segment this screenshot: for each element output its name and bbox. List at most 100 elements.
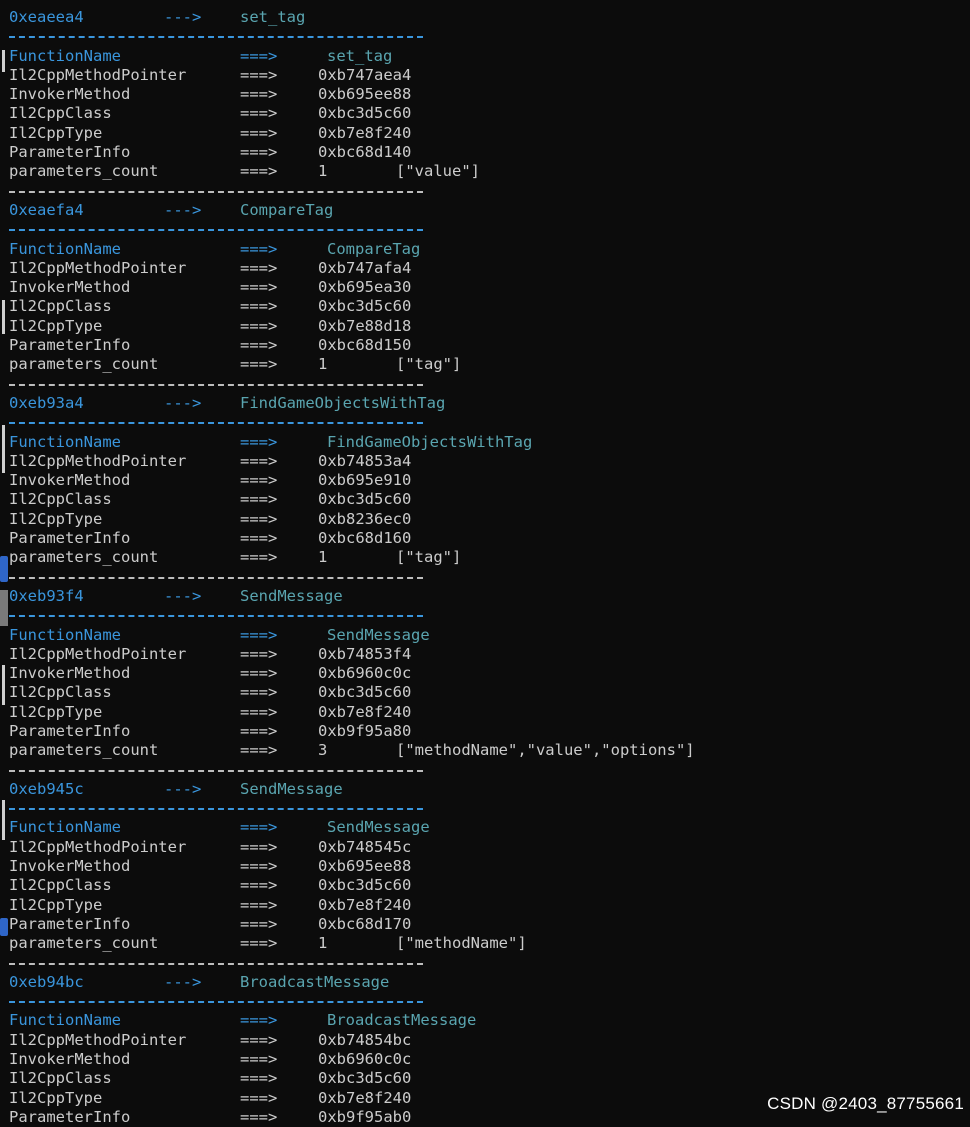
method-address: 0xeb94bc <box>9 972 84 991</box>
field-value: 0xbc3d5c60 <box>318 1069 412 1088</box>
method-name: FindGameObjectsWithTag <box>240 393 446 412</box>
field-row: FunctionName ===> SendMessage <box>9 626 959 645</box>
field-value: 0xb695e910 <box>318 471 412 490</box>
field-label: FunctionName <box>9 432 121 451</box>
field-row: InvokerMethod ===> 0xb695ea30 <box>9 278 959 297</box>
field-value: FindGameObjectsWithTag <box>327 432 533 451</box>
field-arrow: ===> <box>240 1030 278 1049</box>
field-arrow: ===> <box>240 451 278 470</box>
field-value: 0xb74853f4 <box>318 644 412 663</box>
field-value: 0xbc68d160 <box>318 529 412 548</box>
field-label: Il2CppType <box>9 702 103 721</box>
field-label: parameters_count <box>9 162 159 181</box>
field-value: 0xb695ee88 <box>318 857 412 876</box>
background-window-edge <box>0 0 9 1122</box>
edge-mark <box>2 665 5 705</box>
field-value: 0xb6960c0c <box>318 1050 412 1069</box>
field-row: Il2CppMethodPointer ===> 0xb74853f4 <box>9 645 959 664</box>
field-label: FunctionName <box>9 818 121 837</box>
field-label: parameters_count <box>9 355 159 374</box>
field-arrow: ===> <box>240 162 278 181</box>
field-arrow: ===> <box>240 721 278 740</box>
field-arrow: ===> <box>240 46 278 65</box>
console-output: 0xeaeea4 ---> set_tag FunctionName ===> set_t… <box>9 8 959 1127</box>
field-label: ParameterInfo <box>9 529 131 548</box>
field-row: parameters_count ===> 1 ["tag"] <box>9 548 959 567</box>
field-value: 0xb7e8f240 <box>318 895 412 914</box>
field-row: parameters_count ===> 3 ["methodName","valu… <box>9 741 959 760</box>
param-names: ["value"] <box>396 162 480 181</box>
edge-blue-block <box>0 556 8 582</box>
field-arrow: ===> <box>240 143 278 162</box>
field-value: 1 <box>318 548 328 567</box>
field-arrow: ===> <box>240 741 278 760</box>
field-value: BroadcastMessage <box>327 1011 477 1030</box>
field-label: FunctionName <box>9 625 121 644</box>
field-label: Il2CppClass <box>9 297 112 316</box>
field-label: FunctionName <box>9 46 121 65</box>
field-label: ParameterInfo <box>9 143 131 162</box>
edge-mark <box>2 425 5 473</box>
field-label: ParameterInfo <box>9 914 131 933</box>
field-arrow: ===> <box>240 1069 278 1088</box>
field-arrow: ===> <box>240 239 278 258</box>
field-label: InvokerMethod <box>9 857 131 876</box>
method-name: SendMessage <box>240 779 343 798</box>
field-label: Il2CppType <box>9 1088 103 1107</box>
field-label: InvokerMethod <box>9 278 131 297</box>
field-row: InvokerMethod ===> 0xb6960c0c <box>9 1050 959 1069</box>
field-label: InvokerMethod <box>9 471 131 490</box>
field-value: 1 <box>318 934 328 953</box>
field-value: set_tag <box>327 46 393 65</box>
field-row: ParameterInfo ===> 0xb9f95a80 <box>9 722 959 741</box>
field-row: Il2CppMethodPointer ===> 0xb748545c <box>9 838 959 857</box>
field-value: CompareTag <box>327 239 421 258</box>
field-value: 0xbc3d5c60 <box>318 297 412 316</box>
field-label: Il2CppMethodPointer <box>9 644 187 663</box>
field-arrow: ===> <box>240 336 278 355</box>
field-row: ParameterInfo ===> 0xbc68d150 <box>9 336 959 355</box>
separator-line <box>9 606 959 625</box>
field-row: ParameterInfo ===> 0xbc68d170 <box>9 915 959 934</box>
field-label: Il2CppType <box>9 895 103 914</box>
field-row: Il2CppClass ===> 0xbc3d5c60 <box>9 490 959 509</box>
separator-line <box>9 375 959 394</box>
field-value: 0xbc3d5c60 <box>318 490 412 509</box>
field-arrow: ===> <box>240 1050 278 1069</box>
field-row: Il2CppClass ===> 0xbc3d5c60 <box>9 683 959 702</box>
field-value: 0xb8236ec0 <box>318 509 412 528</box>
field-row: Il2CppClass ===> 0xbc3d5c60 <box>9 104 959 123</box>
field-arrow: ===> <box>240 297 278 316</box>
header-arrow: ---> <box>164 779 202 798</box>
field-arrow: ===> <box>240 123 278 142</box>
field-label: Il2CppMethodPointer <box>9 1030 187 1049</box>
field-label: Il2CppClass <box>9 490 112 509</box>
field-value: 0xb74854bc <box>318 1030 412 1049</box>
field-row: Il2CppType ===> 0xb8236ec0 <box>9 510 959 529</box>
separator-line <box>9 220 959 239</box>
field-value: 0xb695ea30 <box>318 278 412 297</box>
field-value: 0xb7e8f240 <box>318 702 412 721</box>
field-arrow: ===> <box>240 1107 278 1126</box>
field-row: InvokerMethod ===> 0xb695e910 <box>9 471 959 490</box>
field-row: FunctionName ===> SendMessage <box>9 818 959 837</box>
field-value: 0xbc3d5c60 <box>318 876 412 895</box>
field-label: Il2CppMethodPointer <box>9 837 187 856</box>
separator-line <box>9 761 959 780</box>
field-arrow: ===> <box>240 625 278 644</box>
field-row: Il2CppClass ===> 0xbc3d5c60 <box>9 1069 959 1088</box>
method-name: CompareTag <box>240 200 334 219</box>
field-row: ParameterInfo ===> 0xbc68d160 <box>9 529 959 548</box>
method-name: SendMessage <box>240 586 343 605</box>
field-arrow: ===> <box>240 355 278 374</box>
field-row: FunctionName ===> set_tag <box>9 47 959 66</box>
field-label: InvokerMethod <box>9 664 131 683</box>
field-label: Il2CppClass <box>9 876 112 895</box>
field-value: 0xb9f95a80 <box>318 721 412 740</box>
method-name: BroadcastMessage <box>240 972 390 991</box>
field-value: 0xb74853a4 <box>318 451 412 470</box>
field-value: 0xb747aea4 <box>318 65 412 84</box>
field-arrow: ===> <box>240 278 278 297</box>
field-value: 0xb6960c0c <box>318 664 412 683</box>
field-label: parameters_count <box>9 934 159 953</box>
